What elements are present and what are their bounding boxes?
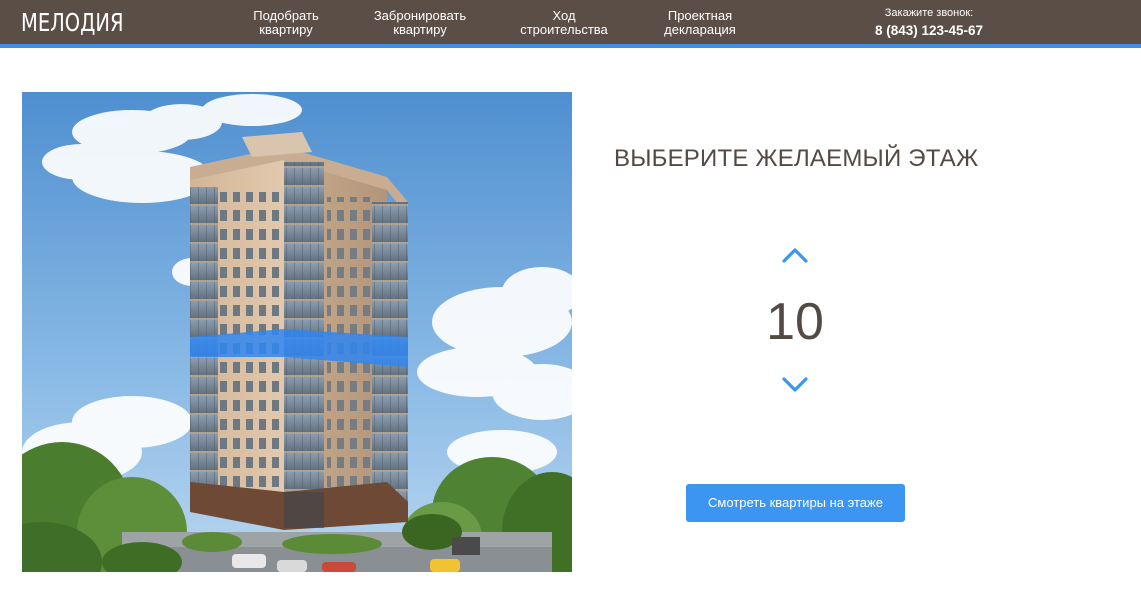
- view-floor-apartments-button[interactable]: Смотреть квартиры на этаже: [686, 484, 905, 522]
- site-header: МЕЛОДИЯ Подобрать квартиру Забронировать…: [0, 0, 1141, 48]
- nav-label-line2: строительства: [520, 22, 608, 37]
- nav-label-line1: Забронировать: [373, 8, 467, 23]
- nav-label-line1: Проектная: [667, 8, 733, 23]
- callback-label[interactable]: Закажите звонок:: [860, 7, 998, 20]
- nav-project-declaration[interactable]: Проектная декларация: [659, 9, 741, 37]
- site-logo[interactable]: МЕЛОДИЯ: [21, 8, 124, 38]
- nav-label-line2: декларация: [664, 22, 736, 37]
- callback-block: Закажите звонок: 8 (843) 123-45-67: [860, 7, 998, 39]
- building-illustration: [22, 92, 572, 572]
- chevron-up-icon[interactable]: [781, 246, 809, 264]
- nav-book-apartment[interactable]: Забронировать квартиру: [370, 9, 470, 37]
- nav-construction-progress[interactable]: Ход строительства: [516, 9, 612, 37]
- floor-selector-title: ВЫБЕРИТЕ ЖЕЛАЕМЫЙ ЭТАЖ: [614, 145, 979, 172]
- chevron-down-icon[interactable]: [781, 376, 809, 394]
- nav-choose-apartment[interactable]: Подобрать квартиру: [248, 9, 324, 37]
- nav-label-line1: Ход: [552, 8, 576, 23]
- building-image: [22, 92, 572, 572]
- nav-label-line2: квартиру: [259, 22, 313, 37]
- nav-label-line2: квартиру: [393, 22, 447, 37]
- nav-label-line1: Подобрать: [253, 8, 319, 23]
- current-floor-number: 10: [766, 293, 824, 351]
- phone-number[interactable]: 8 (843) 123-45-67: [860, 23, 998, 39]
